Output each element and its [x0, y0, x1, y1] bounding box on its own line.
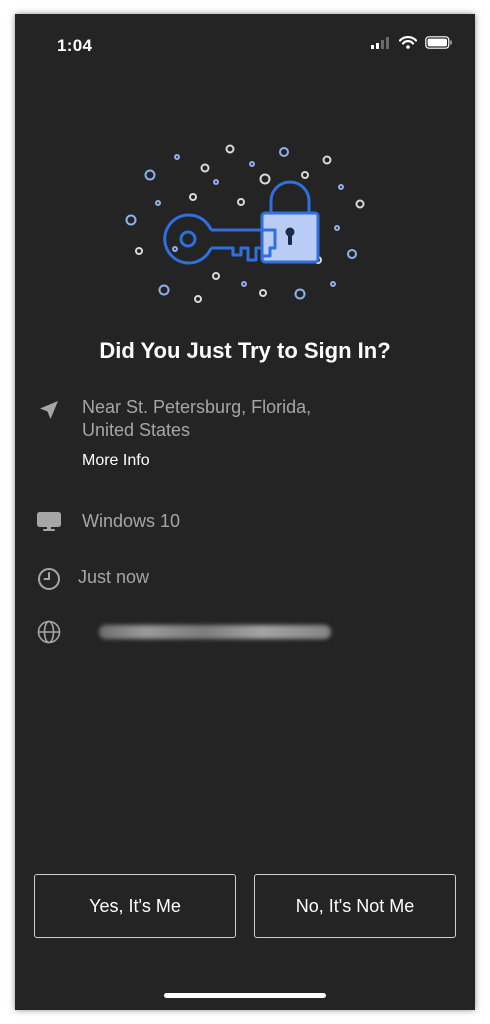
- more-info-link[interactable]: More Info: [82, 452, 150, 470]
- device-text: Windows 10: [82, 511, 181, 531]
- time-text: Just now: [78, 567, 150, 587]
- location-arrow-icon: [35, 396, 63, 424]
- status-icons: [371, 36, 453, 54]
- wifi-icon: [398, 36, 418, 54]
- battery-icon: [425, 36, 453, 54]
- app-screen: 1:04 Did You Just Try to Sign In? Near S…: [15, 14, 475, 1010]
- home-indicator: [164, 993, 326, 998]
- time-detail: Just now: [35, 565, 149, 593]
- location-text: Near St. Petersburg, Florida, United Sta…: [82, 397, 312, 440]
- key-and-padlock-illustration: [115, 142, 375, 312]
- cellular-signal-icon: [371, 36, 391, 54]
- status-bar: 1:04: [15, 14, 475, 74]
- status-time: 1:04: [57, 36, 93, 55]
- globe-icon: [35, 618, 63, 646]
- page-title: Did You Just Try to Sign In?: [99, 338, 391, 363]
- no-its-not-me-button[interactable]: No, It's Not Me: [254, 874, 456, 938]
- monitor-icon: [35, 508, 63, 536]
- ip-detail: [35, 618, 331, 646]
- yes-its-me-button[interactable]: Yes, It's Me: [34, 874, 236, 938]
- ip-address-redacted: [99, 625, 331, 639]
- device-detail: Windows 10: [35, 508, 180, 536]
- location-detail: Near St. Petersburg, Florida, United Sta…: [35, 396, 362, 442]
- clock-icon: [35, 565, 63, 593]
